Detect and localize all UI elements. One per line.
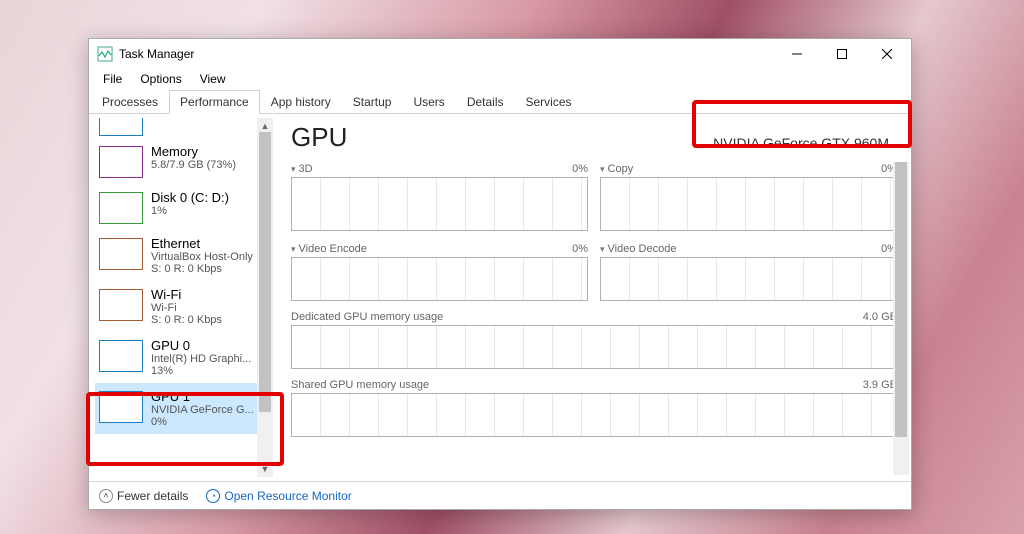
minimize-button[interactable] bbox=[774, 40, 819, 68]
sidebar-item-wifi[interactable]: Wi-Fi Wi-Fi S: 0 R: 0 Kbps bbox=[95, 281, 271, 332]
page-title: GPU bbox=[291, 122, 347, 153]
sidebar-item-ethernet[interactable]: Ethernet VirtualBox Host-Only S: 0 R: 0 … bbox=[95, 230, 271, 281]
chart-venc-canvas bbox=[291, 257, 588, 301]
menu-options[interactable]: Options bbox=[132, 70, 189, 88]
chart-vdec-canvas bbox=[600, 257, 897, 301]
titlebar[interactable]: Task Manager bbox=[89, 39, 911, 69]
chart-3d[interactable]: ▾3D0% bbox=[291, 163, 588, 231]
task-manager-window: Task Manager File Options View Processes… bbox=[88, 38, 912, 510]
disk-thumb bbox=[99, 192, 143, 224]
chart-dedicated-memory bbox=[291, 325, 897, 369]
dedicated-memory-max: 4.0 GB bbox=[863, 311, 897, 323]
disk-sub: 1% bbox=[151, 205, 229, 217]
tab-performance[interactable]: Performance bbox=[169, 90, 260, 114]
memory-title: Memory bbox=[151, 144, 236, 159]
sidebar-item-memory[interactable]: Memory 5.8/7.9 GB (73%) bbox=[95, 138, 271, 184]
gpu0-thumb bbox=[99, 340, 143, 372]
tab-details[interactable]: Details bbox=[456, 90, 515, 114]
sidebar-item-gpu0[interactable]: GPU 0 Intel(R) HD Graphi... 13% bbox=[95, 332, 271, 383]
open-resource-monitor-link[interactable]: ◔ Open Resource Monitor bbox=[206, 489, 351, 503]
shared-memory-label: Shared GPU memory usage bbox=[291, 379, 429, 391]
content-area: Memory 5.8/7.9 GB (73%) Disk 0 (C: D:) 1… bbox=[89, 114, 911, 481]
main-scrollbar[interactable] bbox=[893, 162, 909, 475]
resource-monitor-icon: ◔ bbox=[206, 489, 220, 503]
gpu-detail-pane: GPU NVIDIA GeForce GTX 960M ▾3D0% ▾Copy0… bbox=[273, 114, 911, 481]
memory-thumb bbox=[99, 146, 143, 178]
footer: ˄ Fewer details ◔ Open Resource Monitor bbox=[89, 481, 911, 509]
wifi-sub2: S: 0 R: 0 Kbps bbox=[151, 314, 222, 326]
chevron-down-icon: ▾ bbox=[291, 164, 296, 174]
chart-video-decode[interactable]: ▾Video Decode0% bbox=[600, 243, 897, 301]
chevron-down-icon: ▾ bbox=[600, 244, 605, 254]
maximize-button[interactable] bbox=[819, 40, 864, 68]
gpu1-thumb bbox=[99, 391, 143, 423]
tab-processes[interactable]: Processes bbox=[91, 90, 169, 114]
tab-services[interactable]: Services bbox=[515, 90, 583, 114]
wifi-thumb bbox=[99, 289, 143, 321]
ethernet-thumb bbox=[99, 238, 143, 270]
main-scrollbar-thumb[interactable] bbox=[895, 162, 907, 437]
sidebar-scrollbar-thumb[interactable] bbox=[259, 132, 271, 412]
gpu-model-name: NVIDIA GeForce GTX 960M bbox=[705, 133, 897, 153]
chart-video-encode[interactable]: ▾Video Encode0% bbox=[291, 243, 588, 301]
memory-sub: 5.8/7.9 GB (73%) bbox=[151, 159, 236, 171]
ethernet-sub1: VirtualBox Host-Only bbox=[151, 251, 253, 263]
tabs: Processes Performance App history Startu… bbox=[89, 89, 911, 114]
performance-sidebar: Memory 5.8/7.9 GB (73%) Disk 0 (C: D:) 1… bbox=[89, 114, 273, 481]
disk-title: Disk 0 (C: D:) bbox=[151, 190, 229, 205]
scroll-down-icon[interactable]: ▼ bbox=[257, 461, 273, 477]
tab-app-history[interactable]: App history bbox=[260, 90, 342, 114]
wifi-title: Wi-Fi bbox=[151, 287, 222, 302]
wifi-sub1: Wi-Fi bbox=[151, 302, 222, 314]
chart-copy-canvas bbox=[600, 177, 897, 231]
fewer-details-button[interactable]: ˄ Fewer details bbox=[99, 489, 188, 503]
tab-users[interactable]: Users bbox=[402, 90, 455, 114]
chevron-down-icon: ▾ bbox=[291, 244, 296, 254]
sidebar-item-disk0[interactable]: Disk 0 (C: D:) 1% bbox=[95, 184, 271, 230]
dedicated-memory-label: Dedicated GPU memory usage bbox=[291, 311, 443, 323]
chart-shared-memory bbox=[291, 393, 897, 437]
sidebar-item-gpu1[interactable]: GPU 1 NVIDIA GeForce G... 0% bbox=[95, 383, 271, 434]
chart-3d-canvas bbox=[291, 177, 588, 231]
gpu1-sub2: 0% bbox=[151, 416, 254, 428]
close-button[interactable] bbox=[864, 40, 909, 68]
shared-memory-max: 3.9 GB bbox=[863, 379, 897, 391]
sidebar-item-cpu-partial[interactable] bbox=[99, 118, 143, 136]
gpu1-title: GPU 1 bbox=[151, 389, 254, 404]
gpu1-sub1: NVIDIA GeForce G... bbox=[151, 404, 254, 416]
menu-file[interactable]: File bbox=[95, 70, 130, 88]
ethernet-title: Ethernet bbox=[151, 236, 253, 251]
menu-view[interactable]: View bbox=[192, 70, 234, 88]
chart-copy[interactable]: ▾Copy0% bbox=[600, 163, 897, 231]
sidebar-scrollbar[interactable]: ▲ ▼ bbox=[257, 118, 273, 477]
tab-startup[interactable]: Startup bbox=[342, 90, 403, 114]
window-title: Task Manager bbox=[119, 47, 194, 61]
task-manager-icon bbox=[97, 46, 113, 62]
gpu0-title: GPU 0 bbox=[151, 338, 251, 353]
ethernet-sub2: S: 0 R: 0 Kbps bbox=[151, 263, 253, 275]
chevron-down-icon: ▾ bbox=[600, 164, 605, 174]
chevron-up-circle-icon: ˄ bbox=[99, 489, 113, 503]
gpu0-sub1: Intel(R) HD Graphi... bbox=[151, 353, 251, 365]
menubar: File Options View bbox=[89, 69, 911, 89]
gpu0-sub2: 13% bbox=[151, 365, 251, 377]
